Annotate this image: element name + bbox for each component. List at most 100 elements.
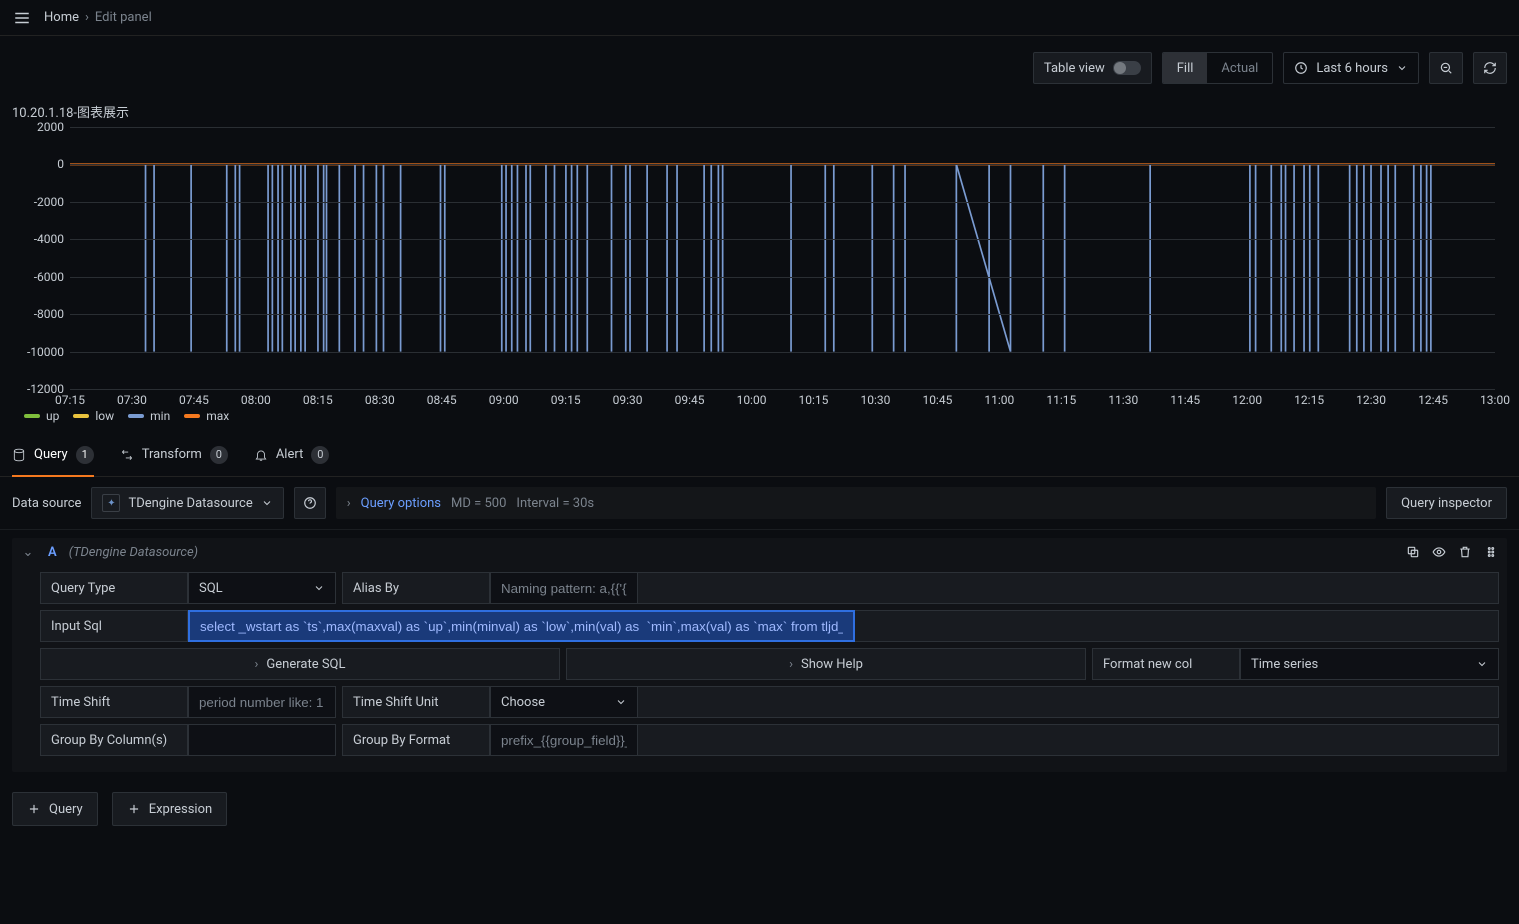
add-expression-label: Expression — [149, 802, 213, 817]
tab-query-label: Query — [34, 447, 68, 462]
x-tick-label: 10:00 — [737, 393, 767, 407]
plus-icon — [27, 802, 41, 816]
query-letter[interactable]: A — [48, 545, 57, 560]
hamburger-menu-icon[interactable] — [12, 8, 32, 28]
x-tick-label: 07:15 — [55, 393, 85, 407]
x-tick-label: 11:45 — [1170, 393, 1200, 407]
legend-item[interactable]: up — [24, 409, 59, 423]
add-query-button[interactable]: Query — [12, 792, 98, 826]
time-shift-input[interactable] — [188, 686, 336, 718]
input-sql-field[interactable] — [188, 610, 855, 642]
transform-icon — [120, 448, 134, 462]
database-icon — [12, 448, 26, 462]
x-tick-label: 08:00 — [241, 393, 271, 407]
x-tick-label: 12:30 — [1356, 393, 1386, 407]
drag-handle[interactable] — [1483, 544, 1499, 560]
legend-item[interactable]: low — [73, 409, 114, 423]
x-tick-label: 09:15 — [551, 393, 581, 407]
data-source-select[interactable]: ✦ TDengine Datasource — [91, 487, 283, 519]
query-type-select[interactable]: SQL — [188, 572, 336, 604]
fill-button[interactable]: Fill — [1163, 53, 1208, 83]
tab-alert-badge: 0 — [311, 446, 329, 464]
format-select[interactable]: Time series — [1240, 648, 1499, 680]
show-help-button[interactable]: › Show Help — [566, 648, 1086, 680]
tab-transform[interactable]: Transform 0 — [120, 433, 228, 476]
x-tick-label: 12:15 — [1294, 393, 1324, 407]
group-by-format-label: Group By Format — [342, 724, 490, 756]
query-options-bar[interactable]: › Query options MD = 500 Interval = 30s — [336, 487, 1376, 519]
breadcrumb-current: Edit panel — [95, 10, 152, 25]
actual-button[interactable]: Actual — [1207, 53, 1272, 83]
x-tick-label: 07:30 — [117, 393, 147, 407]
tab-transform-badge: 0 — [210, 446, 228, 464]
delete-button[interactable] — [1457, 544, 1473, 560]
time-shift-unit-value: Choose — [501, 695, 545, 710]
alias-by-label: Alias By — [342, 572, 490, 604]
add-expression-button[interactable]: Expression — [112, 792, 228, 826]
grip-icon — [1484, 545, 1498, 559]
chevron-down-icon — [313, 582, 325, 594]
legend-label: min — [150, 409, 170, 423]
clock-icon — [1294, 61, 1308, 75]
query-source: (TDengine Datasource) — [69, 545, 198, 560]
breadcrumb-home[interactable]: Home — [44, 10, 79, 25]
time-range-picker[interactable]: Last 6 hours — [1283, 52, 1419, 84]
refresh-button[interactable] — [1473, 52, 1507, 84]
query-inspector-button[interactable]: Query inspector — [1386, 487, 1507, 519]
breadcrumb: Home › Edit panel — [44, 10, 152, 25]
data-source-label: Data source — [12, 496, 81, 511]
y-tick-label: -8000 — [12, 307, 64, 321]
x-tick-label: 12:45 — [1418, 393, 1448, 407]
tab-alert[interactable]: Alert 0 — [254, 433, 330, 476]
time-shift-unit-select[interactable]: Choose — [490, 686, 638, 718]
x-tick-label: 08:45 — [427, 393, 457, 407]
x-tick-label: 07:45 — [179, 393, 209, 407]
legend-item[interactable]: min — [128, 409, 170, 423]
legend-swatch — [24, 414, 40, 418]
chart-plot — [70, 127, 1495, 389]
time-shift-unit-label: Time Shift Unit — [342, 686, 490, 718]
table-view-toggle[interactable]: Table view — [1033, 52, 1152, 84]
zoom-out-button[interactable] — [1429, 52, 1463, 84]
data-source-help-button[interactable] — [294, 487, 326, 519]
generate-sql-button[interactable]: › Generate SQL — [40, 648, 560, 680]
x-tick-label: 08:30 — [365, 393, 395, 407]
x-tick-label: 11:15 — [1046, 393, 1076, 407]
legend-item[interactable]: max — [184, 409, 229, 423]
refresh-icon — [1483, 61, 1497, 75]
x-tick-label: 09:45 — [675, 393, 705, 407]
chevron-down-icon — [1476, 658, 1488, 670]
collapse-toggle[interactable]: ⌄ — [20, 545, 36, 560]
query-type-value: SQL — [199, 581, 223, 596]
duplicate-button[interactable] — [1405, 544, 1421, 560]
chevron-right-icon: › — [789, 657, 793, 672]
legend-label: up — [46, 409, 59, 423]
x-tick-label: 12:00 — [1232, 393, 1262, 407]
panel-title: 10.20.1.18-图表展示 — [0, 100, 1519, 121]
chevron-right-icon: › — [347, 496, 351, 511]
chart: 20000-2000-4000-6000-8000-10000-12000 07… — [12, 127, 1507, 425]
alias-by-input[interactable] — [490, 572, 638, 604]
y-tick-label: 2000 — [12, 120, 64, 134]
table-view-label: Table view — [1044, 61, 1105, 76]
group-by-input[interactable] — [188, 724, 336, 756]
copy-icon — [1406, 545, 1420, 559]
format-new-col-label: Format new col — [1092, 648, 1240, 680]
x-tick-label: 10:15 — [799, 393, 829, 407]
group-by-format-input[interactable] — [490, 724, 638, 756]
datasource-logo-icon: ✦ — [102, 494, 120, 512]
tab-query-badge: 1 — [76, 446, 94, 464]
x-tick-label: 13:00 — [1480, 393, 1510, 407]
tab-query[interactable]: Query 1 — [12, 433, 94, 476]
toggle-visibility-button[interactable] — [1431, 544, 1447, 560]
query-options-link[interactable]: Query options — [361, 496, 441, 511]
y-tick-label: -4000 — [12, 232, 64, 246]
time-shift-label: Time Shift — [40, 686, 188, 718]
legend-label: max — [206, 409, 229, 423]
trash-icon — [1458, 545, 1472, 559]
time-range-label: Last 6 hours — [1316, 61, 1388, 76]
tab-alert-label: Alert — [276, 447, 304, 462]
y-tick-label: -10000 — [12, 345, 64, 359]
toggle-switch-icon[interactable] — [1113, 61, 1141, 75]
legend-label: low — [95, 409, 114, 423]
